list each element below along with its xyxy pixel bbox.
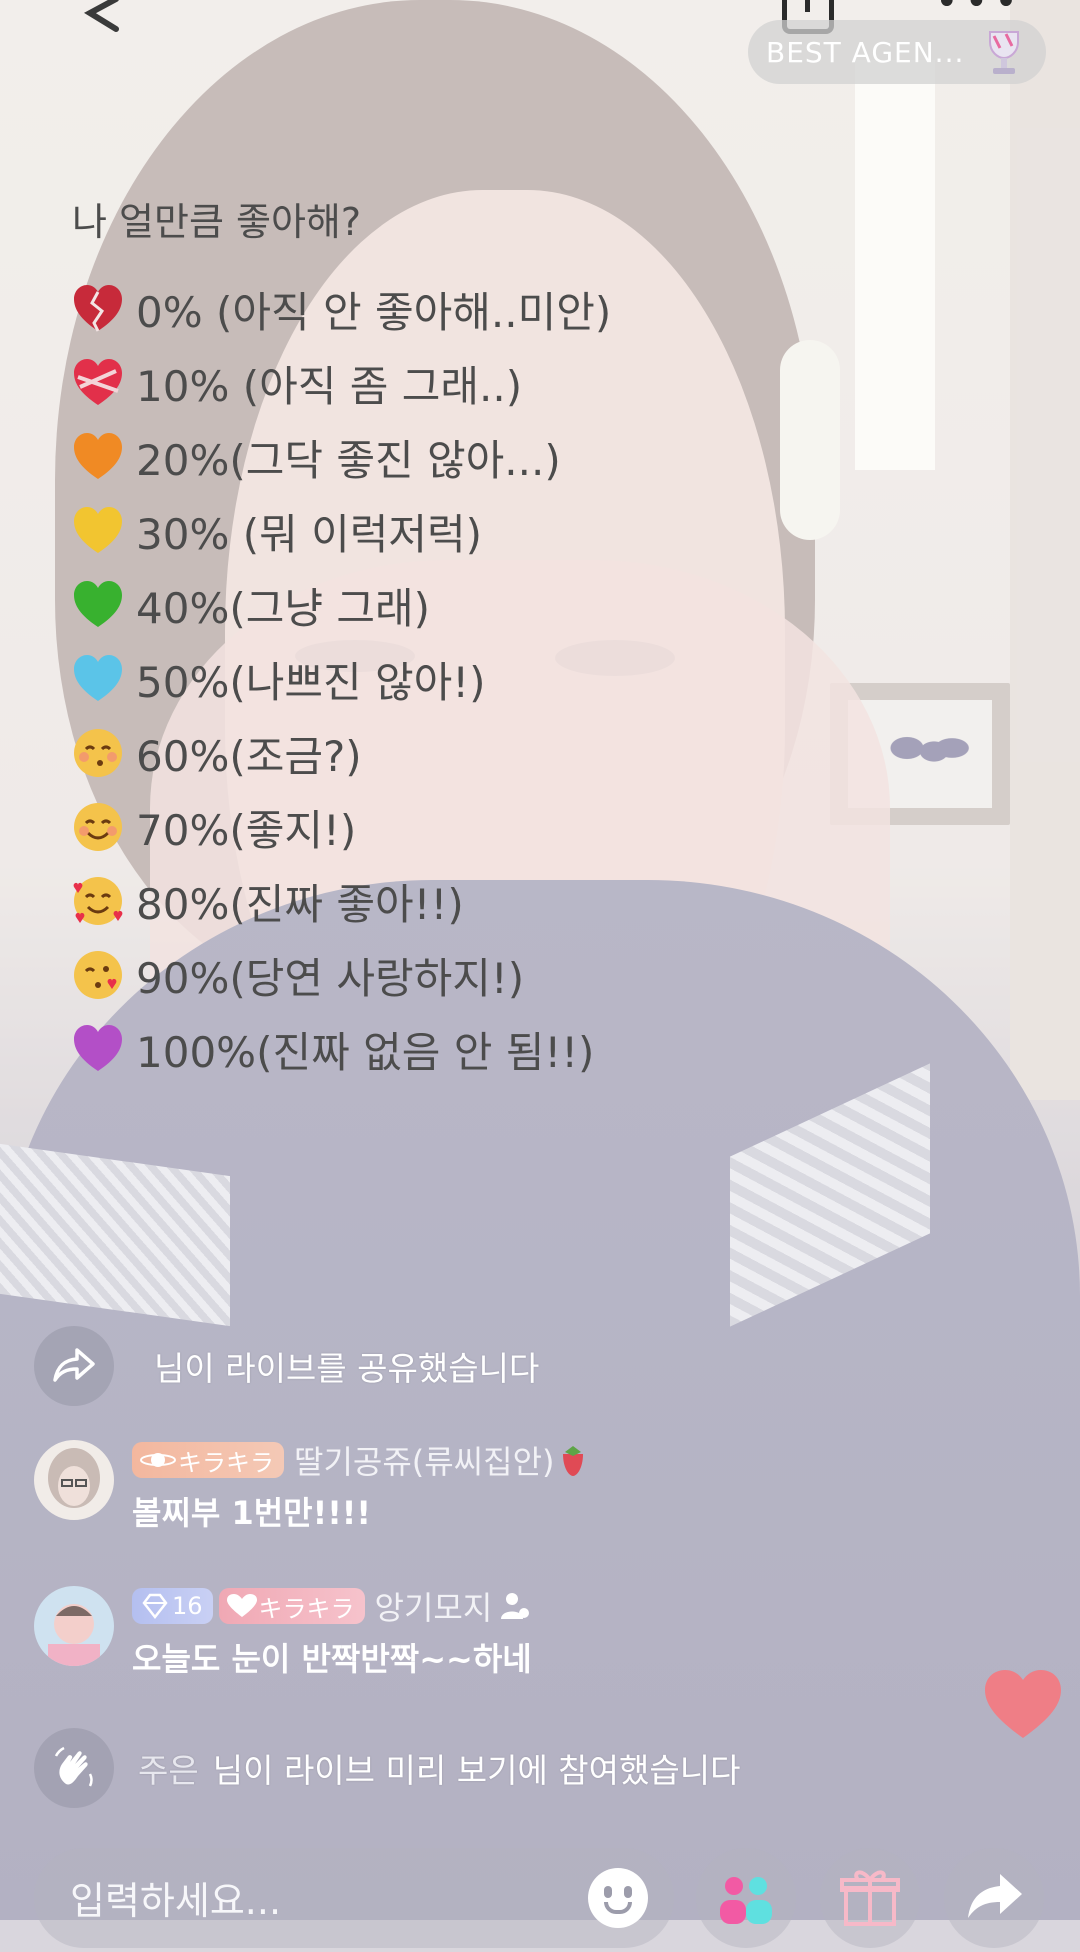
- poll-option-text: 10% (아직 좀 그래..): [136, 361, 523, 411]
- orange-heart-icon: [72, 429, 136, 485]
- kirakira-badge: キラキラ: [132, 1442, 284, 1478]
- poll-option: 70%(좋지!): [72, 790, 611, 864]
- diamond-icon: [142, 1593, 168, 1620]
- gift-icon: [840, 1870, 900, 1926]
- share-button[interactable]: [944, 1848, 1044, 1948]
- purple-heart-icon: [72, 1021, 136, 1077]
- blue-heart-icon: [72, 651, 136, 707]
- poll-option: 20%(그닥 좋진 않아...): [72, 420, 611, 494]
- poll-option: 50%(나쁘진 않아!): [72, 642, 611, 716]
- avatar[interactable]: [34, 1586, 114, 1666]
- poll-option-text: 80%(진짜 좋아!!): [136, 879, 464, 929]
- poll-option-text: 20%(그닥 좋진 않아...): [136, 435, 561, 485]
- best-badge-label: BEST AGEN...: [766, 35, 965, 69]
- best-agent-badge[interactable]: BEST AGEN...: [748, 20, 1046, 84]
- chat-comment: 16 キラキラ 앙기모지 오늘도 눈이 반짝반짝~~하네: [34, 1586, 532, 1680]
- avatar[interactable]: [34, 1440, 114, 1520]
- back-button[interactable]: [68, 0, 148, 50]
- green-heart-icon: [72, 577, 136, 633]
- poll-option-text: 50%(나쁘진 않아!): [136, 657, 486, 707]
- share-notice-text: 님이 라이브를 공유했습니다: [154, 1349, 540, 1388]
- poll-option: 0% (아직 안 좋아해..미안): [72, 272, 611, 346]
- poll-option: 100%(진짜 없음 안 됨!!): [72, 1012, 611, 1086]
- heart-badge-icon: [226, 1594, 257, 1617]
- more-options-icon[interactable]: •••: [935, 0, 1024, 22]
- poll-overlay: 나 얼만큼 좋아해? 0% (아직 안 좋아해..미안) 10% (아직 좀 그래…: [72, 198, 611, 1086]
- poll-option-text: 0% (아직 안 좋아해..미안): [136, 287, 612, 337]
- poll-option-text: 70%(좋지!): [136, 805, 357, 855]
- comment-username[interactable]: 앙기모지: [375, 1583, 493, 1629]
- face-blowing-kiss-icon: [72, 947, 136, 1003]
- gift-button[interactable]: [820, 1848, 920, 1948]
- poll-option-text: 90%(당연 사랑하지!): [136, 953, 525, 1003]
- poll-option-text: 100%(진짜 없음 안 됨!!): [136, 1027, 595, 1077]
- share-arrow-icon: [968, 1874, 1022, 1918]
- share-icon: [34, 1326, 114, 1406]
- comment-username[interactable]: 딸기공쥬(류씨집안): [294, 1437, 555, 1483]
- poll-option: 90%(당연 사랑하지!): [72, 938, 611, 1012]
- comment-input-placeholder: 입력하세요...: [70, 1879, 282, 1923]
- multi-guest-icon: [720, 1877, 772, 1924]
- strawberry-icon: [562, 1446, 583, 1476]
- poll-title: 나 얼만큼 좋아해?: [72, 200, 362, 244]
- poll-option-text: 30% (뭐 이럭저럭): [136, 509, 483, 559]
- multi-guest-button[interactable]: [696, 1848, 796, 1948]
- poll-option: 60%(조금?): [72, 716, 611, 790]
- poll-option-text: 60%(조금?): [136, 731, 362, 781]
- yellow-heart-icon: [72, 503, 136, 559]
- heart-with-ribbon-icon: [72, 355, 136, 411]
- emoji-button[interactable]: [588, 1868, 648, 1928]
- like-heart-icon[interactable]: [983, 1668, 1063, 1740]
- kissing-face-icon: [72, 725, 136, 781]
- smiling-face-with-hearts-icon: [72, 873, 136, 929]
- smiling-face-icon: [72, 799, 136, 855]
- trophy-icon: [989, 31, 1019, 74]
- comment-input[interactable]: 입력하세요...: [34, 1848, 674, 1948]
- join-notice-text: 님이 라이브 미리 보기에 참여했습니다: [212, 1751, 741, 1790]
- poll-option: 30% (뭐 이럭저럭): [72, 494, 611, 568]
- chevron-left-icon: [83, 0, 119, 32]
- comment-text: 오늘도 눈이 반짝반짝~~하네: [132, 1640, 532, 1678]
- share-notice: 님이 라이브를 공유했습니다: [34, 1326, 539, 1406]
- poll-option: 40%(그냥 그래): [72, 568, 611, 642]
- poll-option-text: 40%(그냥 그래): [136, 583, 431, 633]
- join-notice-username[interactable]: 주은: [138, 1751, 199, 1790]
- level-badge: 16: [132, 1588, 213, 1624]
- kirakira-badge: キラキラ: [218, 1588, 365, 1624]
- wave-hand-icon: [34, 1728, 114, 1808]
- comment-text: 볼찌부 1번만!!!!: [132, 1494, 371, 1532]
- join-notice: 주은 님이 라이브 미리 보기에 참여했습니다: [34, 1728, 740, 1808]
- user-group-icon: [501, 1593, 530, 1619]
- planet-icon: [140, 1453, 176, 1467]
- poll-option: 10% (아직 좀 그래..): [72, 346, 611, 420]
- broken-heart-icon: [72, 281, 136, 337]
- chat-comment: キラキラ 딸기공쥬(류씨집안) 볼찌부 1번만!!!!: [34, 1440, 591, 1534]
- poll-option: 80%(진짜 좋아!!): [72, 864, 611, 938]
